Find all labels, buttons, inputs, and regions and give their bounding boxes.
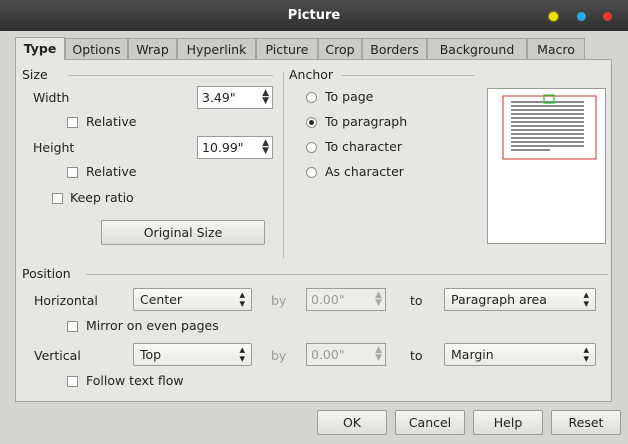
to-paragraph-label: To paragraph: [325, 114, 408, 129]
tab-hyperlink[interactable]: Hyperlink: [177, 38, 256, 59]
combo-arrows-icon: ▴ ▾: [583, 343, 589, 365]
horizontal-to-label: to: [410, 293, 423, 308]
as-character-label: As character: [325, 164, 404, 179]
title-bar[interactable]: Picture: [0, 0, 628, 31]
vertical-label: Vertical: [34, 348, 81, 363]
spin-arrows-icon[interactable]: ▲ ▼: [375, 291, 382, 308]
width-relative-checkbox[interactable]: [67, 117, 78, 128]
height-relative-checkbox[interactable]: [67, 167, 78, 178]
picture-dialog: Picture Type Options Wrap Hyperlink Pict…: [0, 0, 628, 444]
tab-picture[interactable]: Picture: [256, 38, 318, 59]
vertical-to-combo[interactable]: Margin ▴ ▾: [444, 343, 596, 366]
help-button[interactable]: Help: [473, 410, 543, 435]
horizontal-label: Horizontal: [34, 293, 98, 308]
height-label: Height: [33, 140, 75, 155]
horizontal-by-spinbox[interactable]: 0.00" ▲ ▼: [306, 288, 386, 311]
size-anchor-separator: [283, 72, 284, 258]
width-value: 3.49": [202, 90, 236, 105]
vertical-combo[interactable]: Top ▴ ▾: [133, 343, 252, 366]
spin-arrows-icon[interactable]: ▲ ▼: [262, 139, 269, 156]
height-relative-label: Relative: [86, 164, 137, 179]
to-character-radio[interactable]: [306, 142, 317, 153]
to-character-label: To character: [325, 139, 402, 154]
to-paragraph-radio[interactable]: [306, 117, 317, 128]
cancel-button[interactable]: Cancel: [395, 410, 465, 435]
horizontal-value: Center: [140, 292, 183, 307]
tab-options[interactable]: Options: [65, 38, 128, 59]
window-title: Picture: [287, 8, 341, 23]
spin-arrows-icon[interactable]: ▲ ▼: [262, 89, 269, 106]
mirror-label: Mirror on even pages: [86, 318, 219, 333]
height-value: 10.99": [202, 140, 244, 155]
tab-crop[interactable]: Crop: [318, 38, 362, 59]
type-tab-panel: Size Width 3.49" ▲ ▼ Relative Height 10.9…: [15, 59, 612, 402]
horizontal-by-label: by: [271, 293, 287, 308]
tab-wrap[interactable]: Wrap: [128, 38, 177, 59]
follow-text-flow-checkbox[interactable]: [67, 376, 78, 387]
to-page-label: To page: [325, 89, 374, 104]
horizontal-combo[interactable]: Center ▴ ▾: [133, 288, 252, 311]
original-size-button[interactable]: Original Size: [101, 220, 265, 245]
reset-button[interactable]: Reset: [551, 410, 621, 435]
anchor-preview: [487, 88, 606, 244]
maximize-button[interactable]: [577, 12, 586, 21]
anchor-divider: [342, 75, 474, 76]
minimize-button[interactable]: [549, 12, 558, 21]
to-page-radio[interactable]: [306, 92, 317, 103]
tab-macro[interactable]: Macro: [527, 38, 585, 59]
ok-button[interactable]: OK: [317, 410, 387, 435]
mirror-checkbox[interactable]: [67, 321, 78, 332]
combo-arrows-icon: ▴ ▾: [583, 288, 589, 310]
button-bar: OK Cancel Help Reset: [0, 402, 628, 444]
tab-type[interactable]: Type: [15, 37, 65, 60]
position-heading: Position: [22, 266, 71, 281]
size-heading: Size: [22, 67, 48, 82]
vertical-to-value: Margin: [451, 347, 494, 362]
keep-ratio-checkbox[interactable]: [52, 193, 63, 204]
size-divider: [68, 75, 273, 76]
spin-arrows-icon[interactable]: ▲ ▼: [375, 346, 382, 363]
width-relative-label: Relative: [86, 114, 137, 129]
horizontal-by-value: 0.00": [311, 292, 345, 307]
vertical-by-value: 0.00": [311, 347, 345, 362]
keep-ratio-label: Keep ratio: [70, 190, 134, 205]
preview-drawing: [502, 94, 597, 160]
combo-arrows-icon: ▴ ▾: [239, 288, 245, 310]
horizontal-to-value: Paragraph area: [451, 292, 547, 307]
position-divider: [86, 274, 608, 275]
as-character-radio[interactable]: [306, 167, 317, 178]
width-spinbox[interactable]: 3.49" ▲ ▼: [197, 86, 273, 109]
vertical-by-spinbox[interactable]: 0.00" ▲ ▼: [306, 343, 386, 366]
tab-borders[interactable]: Borders: [362, 38, 427, 59]
follow-text-flow-label: Follow text flow: [86, 373, 184, 388]
horizontal-to-combo[interactable]: Paragraph area ▴ ▾: [444, 288, 596, 311]
height-spinbox[interactable]: 10.99" ▲ ▼: [197, 136, 273, 159]
close-button[interactable]: [603, 12, 612, 21]
width-label: Width: [33, 90, 70, 105]
vertical-to-label: to: [410, 348, 423, 363]
combo-arrows-icon: ▴ ▾: [239, 343, 245, 365]
anchor-heading: Anchor: [289, 67, 334, 82]
vertical-value: Top: [140, 347, 162, 362]
vertical-by-label: by: [271, 348, 287, 363]
tab-background[interactable]: Background: [427, 38, 527, 59]
